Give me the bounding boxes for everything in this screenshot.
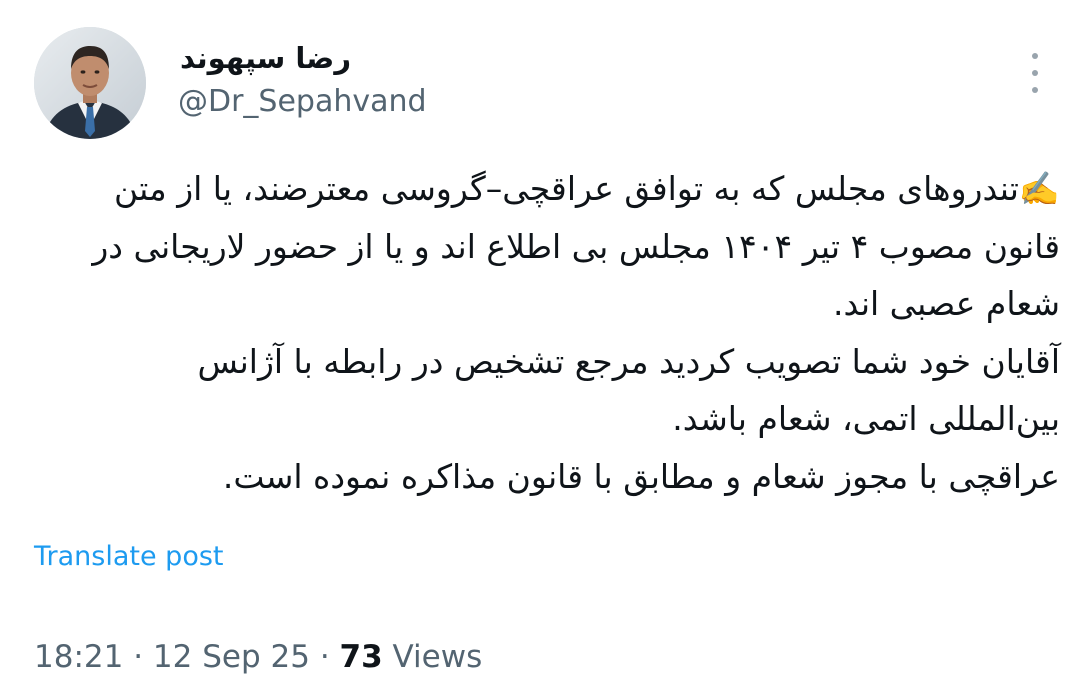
post-text-line: قانون مصوب ۴ تیر ۱۴۰۴ مجلس بی اطلاع اند … [92,226,1060,266]
author-handle[interactable]: @Dr_Sepahvand [178,84,427,120]
views-count[interactable]: 73 [340,639,383,675]
more-options-button[interactable] [1022,50,1048,96]
more-vertical-icon-dot [1032,87,1038,93]
translate-post-link[interactable]: Translate post [34,539,224,575]
meta-separator: · [319,639,330,675]
meta-separator: · [133,639,144,675]
post-text-line: عراقچی با مجوز شعام و مطابق با قانون مذا… [222,456,1060,496]
post-text-line: ✍️تندروهای مجلس که به توافق عراقچی–گروسی… [113,169,1060,208]
more-vertical-icon [1032,53,1038,59]
post-time[interactable]: 18:21 [34,639,123,675]
post-text: ✍️تندروهای مجلس که به توافق عراقچی–گروسی… [30,160,1060,505]
avatar-photo [34,27,146,139]
more-vertical-icon-dot [1032,70,1038,76]
author-display-name[interactable]: رضا سپهوند [180,42,430,74]
post-metadata: 18:21 · 12 Sep 25 · 73 Views [34,637,482,677]
post-text-line: شعام عصبی اند. [833,284,1060,323]
post-date[interactable]: 12 Sep 25 [153,639,310,675]
post-text-line: بین‌المللی اتمی، شعام باشد. [672,399,1060,438]
views-label: Views [392,639,483,675]
post-text-line: آقایان خود شما تصویب کردید مرجع تشخیص در… [197,341,1060,381]
author-avatar[interactable] [34,27,146,139]
